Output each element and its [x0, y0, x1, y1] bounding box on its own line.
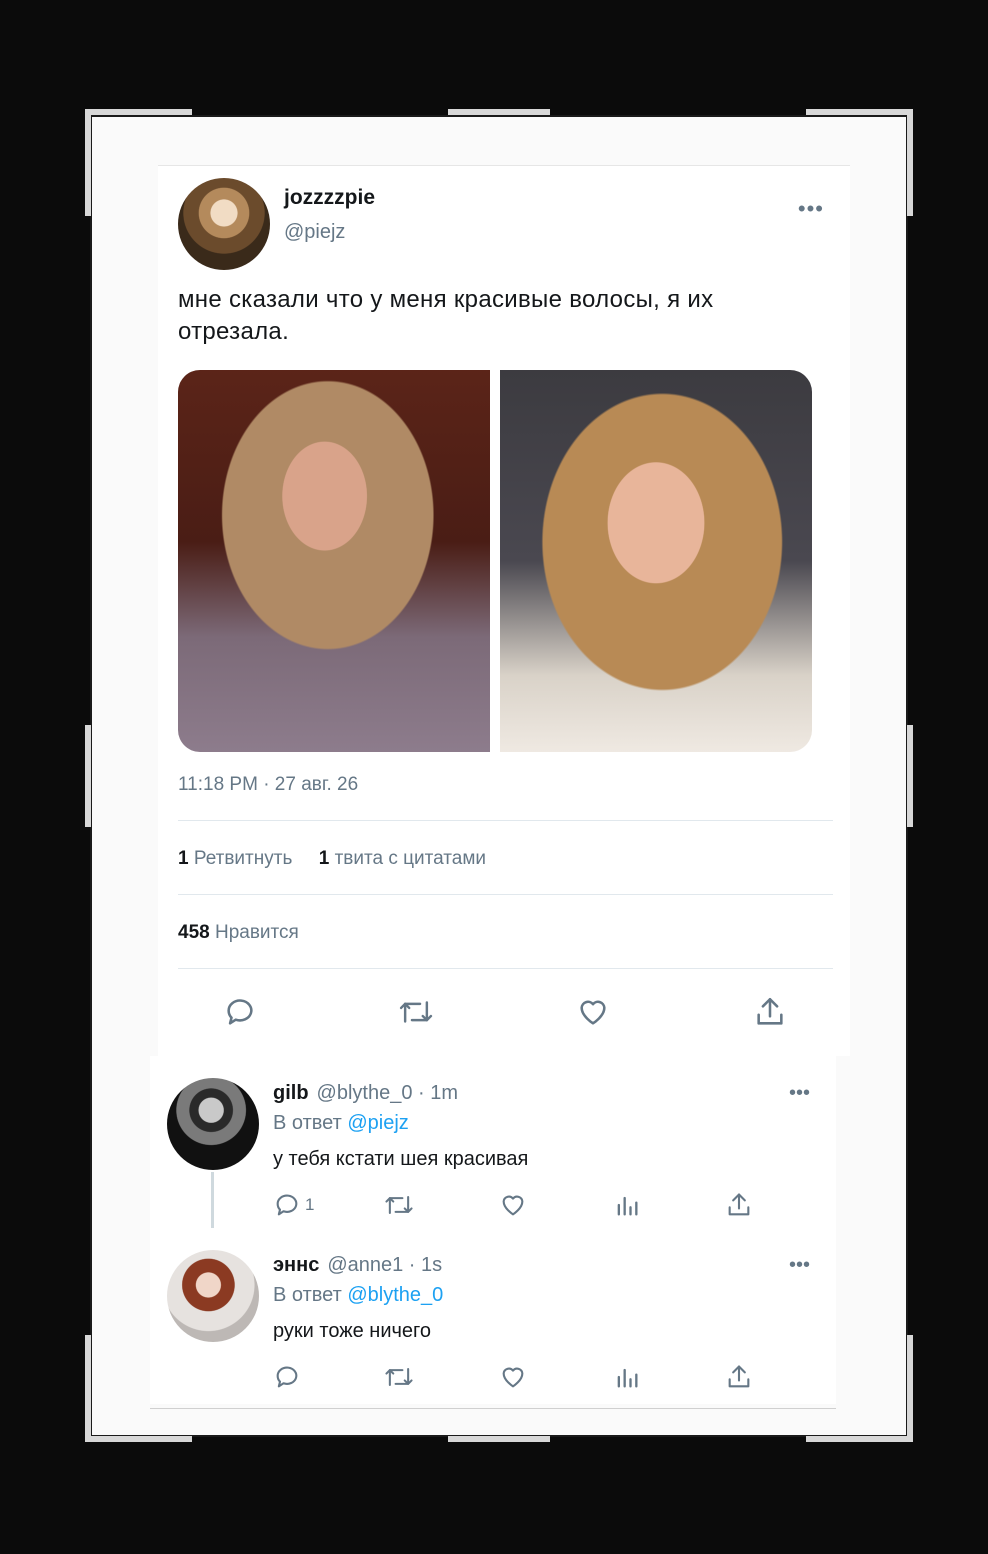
crop-bracket-bottom-right-v [907, 1335, 913, 1442]
like-button[interactable] [499, 1362, 527, 1392]
analytics-icon [617, 1368, 638, 1388]
more-options-icon[interactable]: ••• [798, 196, 824, 222]
reply-context: В ответ @blythe_0 [273, 1284, 443, 1307]
retweet-icon [399, 1001, 433, 1023]
divider [178, 820, 833, 821]
reply-text: у тебя кстати шея красивая [273, 1148, 529, 1170]
more-options-icon[interactable]: ••• [789, 1254, 810, 1277]
divider [150, 1408, 836, 1409]
more-options-icon[interactable]: ••• [789, 1082, 810, 1105]
retweet-icon [385, 1367, 413, 1387]
retweet-button[interactable] [396, 992, 436, 1032]
crop-bracket-top-right-h [806, 109, 913, 115]
reply-context: В ответ @piejz [273, 1112, 409, 1135]
avatar[interactable] [167, 1078, 259, 1170]
display-name[interactable]: jozzzzpie [284, 186, 375, 210]
crop-bracket-bottom-right-h [806, 1436, 913, 1442]
crop-bracket-bottom-mid [448, 1436, 550, 1442]
retweet-button[interactable] [383, 1190, 415, 1220]
reply-icon [227, 999, 253, 1025]
reply-button[interactable] [220, 992, 260, 1032]
like-icon [502, 1367, 524, 1388]
handle-and-time: @blythe_0 · 1m [316, 1082, 459, 1104]
analytics-button[interactable] [613, 1190, 641, 1220]
reply-icon [276, 1194, 298, 1216]
crop-bracket-top-left-v [85, 109, 91, 216]
quotes-count: 1 [318, 848, 330, 869]
reply-tweet[interactable]: gilb @blythe_0 · 1m ••• В ответ @piejz у … [150, 1056, 836, 1232]
display-name[interactable]: эннс [273, 1254, 319, 1276]
reply-author[interactable]: gilb @blythe_0 · 1m [273, 1082, 458, 1105]
retweets-label: Ретвитнуть [193, 848, 293, 869]
reply-actions [273, 1362, 793, 1392]
share-button[interactable] [750, 992, 790, 1032]
share-button[interactable] [725, 1190, 753, 1220]
main-tweet: jozzzzpie @piejz ••• мне сказали что у м… [158, 165, 850, 1056]
tweet-media[interactable] [178, 370, 812, 752]
crop-bracket-bottom-left-v [85, 1335, 91, 1442]
crop-bracket-mid-left [85, 725, 91, 827]
crop-bracket-top-right-v [907, 109, 913, 216]
share-icon [757, 997, 783, 1025]
retweets-count: 1 [178, 848, 189, 869]
analytics-icon [617, 1196, 638, 1216]
like-icon [502, 1195, 524, 1216]
like-icon [580, 1000, 606, 1025]
reply-actions: 1 [273, 1190, 793, 1220]
divider [178, 968, 833, 969]
reply-button[interactable] [273, 1362, 301, 1392]
reply-author[interactable]: эннс @anne1 · 1s [273, 1254, 442, 1277]
crop-bracket-top-left-h [85, 109, 192, 115]
retweet-button[interactable] [383, 1362, 415, 1392]
quotes-label: твита с цитатами [334, 848, 486, 869]
crop-bracket-bottom-left-h [85, 1436, 192, 1442]
reply-prefix: В ответ [273, 1284, 342, 1306]
tweet-timestamp[interactable]: 11:18 PM · 27 авг. 26 [178, 774, 358, 796]
tweet-text: мне сказали что у меня красивые волосы, … [178, 286, 714, 345]
crop-bracket-top-mid [448, 109, 550, 115]
reply-button[interactable]: 1 [273, 1190, 314, 1220]
retweet-stats[interactable]: 1 Ретвитнуть 1 твита с цитатами [178, 848, 486, 870]
share-icon [728, 1193, 750, 1216]
reply-text: руки тоже ничего [273, 1320, 432, 1342]
display-name[interactable]: gilb [273, 1082, 309, 1104]
mention-link[interactable]: @blythe_0 [347, 1284, 443, 1306]
likes-label: Нравится [214, 922, 299, 943]
reply-prefix: В ответ [273, 1112, 342, 1134]
analytics-button[interactable] [613, 1362, 641, 1392]
likes-count: 458 [178, 922, 210, 943]
retweet-icon [385, 1195, 413, 1215]
avatar[interactable] [167, 1250, 259, 1342]
handle[interactable]: @piejz [284, 221, 345, 244]
handle-and-time: @anne1 · 1s [327, 1254, 443, 1276]
reply-icon [276, 1366, 298, 1388]
like-button[interactable] [499, 1190, 527, 1220]
media-photo-right[interactable] [500, 370, 812, 752]
share-icon [728, 1365, 750, 1388]
like-stats[interactable]: 458 Нравится [178, 922, 299, 944]
reply-tweet[interactable]: эннс @anne1 · 1s ••• В ответ @blythe_0 ру… [150, 1228, 836, 1404]
mention-link[interactable]: @piejz [347, 1112, 408, 1134]
share-button[interactable] [725, 1362, 753, 1392]
reply-count: 1 [305, 1195, 315, 1214]
like-button[interactable] [573, 992, 613, 1032]
media-photo-left[interactable] [178, 370, 490, 752]
divider [178, 894, 833, 895]
avatar[interactable] [178, 178, 270, 270]
crop-bracket-mid-right [907, 725, 913, 827]
